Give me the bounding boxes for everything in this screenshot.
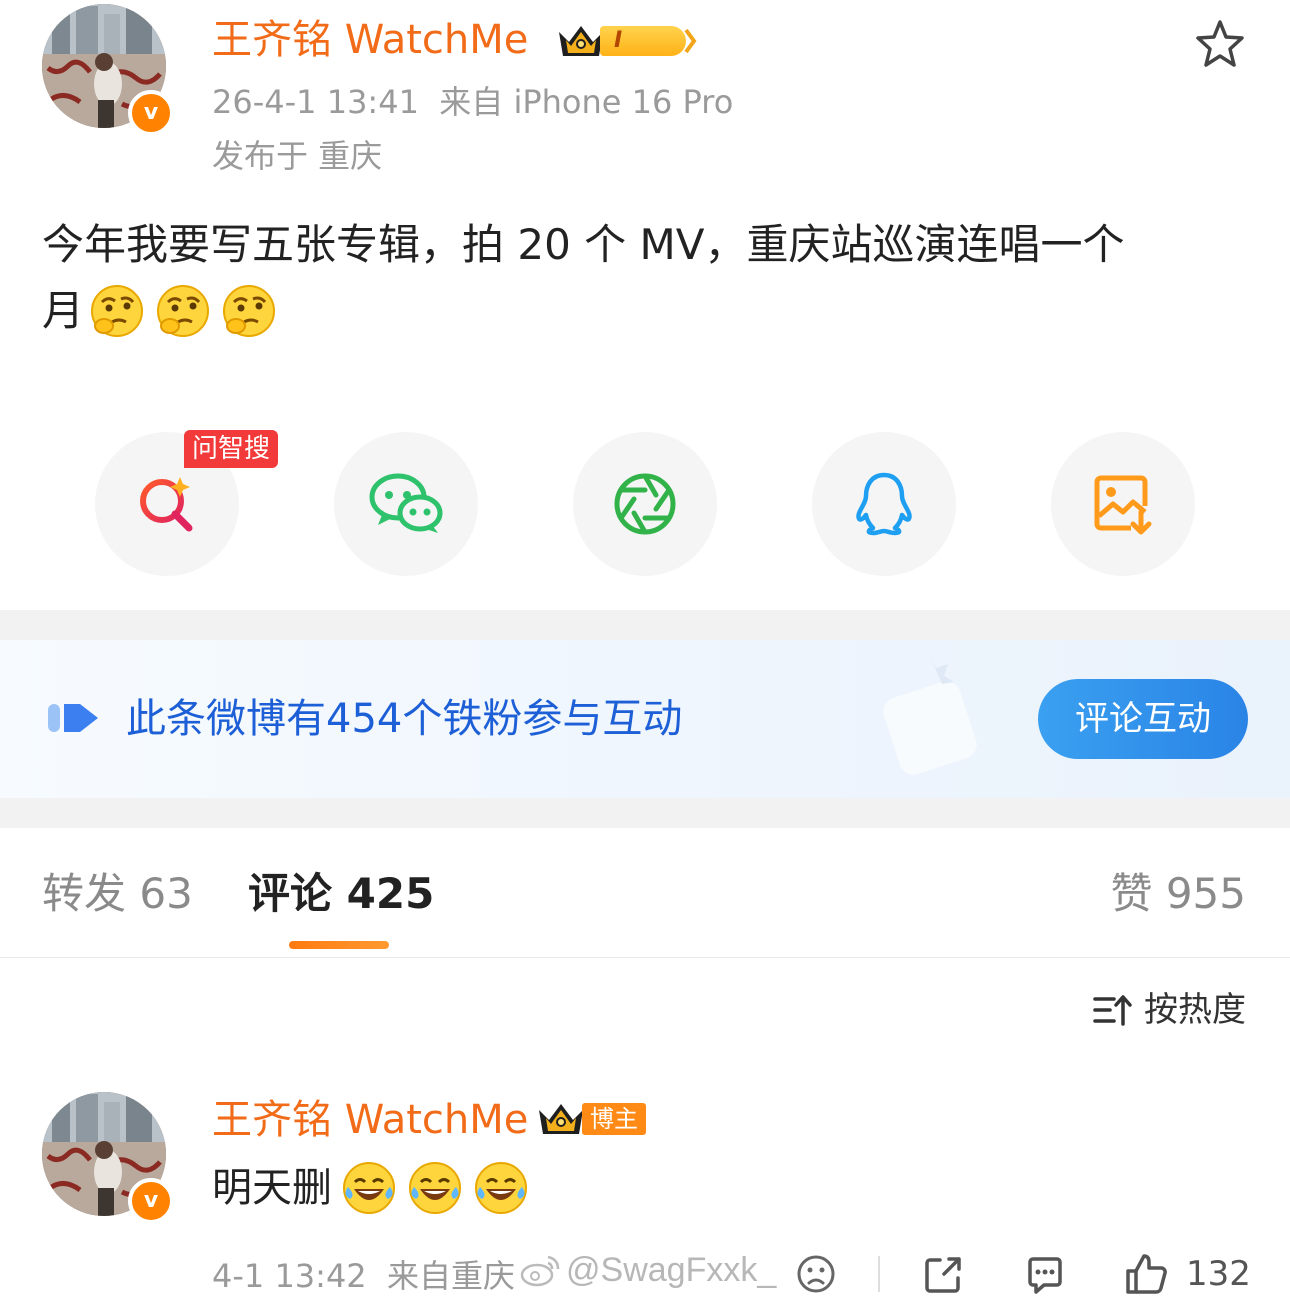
banner-decoration-icon (883, 656, 977, 775)
section-gap (0, 798, 1290, 828)
moments-aperture-icon (614, 473, 676, 535)
blogger-badge: 博主 (536, 1100, 646, 1138)
reply-comment-icon[interactable] (1024, 1254, 1066, 1300)
active-tab-indicator (289, 941, 389, 949)
crown-icon (559, 26, 603, 56)
like-count: 132 (1186, 1254, 1251, 1294)
ai-search-icon (140, 477, 193, 532)
wechat-icon (369, 473, 443, 533)
share-moments-button[interactable] (573, 432, 717, 576)
post-author-name[interactable]: 王齐铭 WatchMe (212, 16, 528, 64)
weibo-logo-icon (520, 1255, 560, 1287)
sort-by-hot-button[interactable]: 按热度 (1092, 990, 1246, 1030)
laugh-cry-emoji-icon (475, 1162, 527, 1214)
comment-interact-button[interactable]: 评论互动 (1038, 679, 1248, 759)
sort-icon (1093, 995, 1132, 1026)
blogger-tag: 博主 (582, 1103, 646, 1135)
thinking-emoji-icon (157, 285, 210, 337)
comment-timestamp: 4-1 13:42 (212, 1257, 367, 1295)
level-tag: I (600, 26, 686, 56)
save-image-button[interactable] (1051, 432, 1195, 576)
laugh-cry-emoji-icon (343, 1162, 395, 1214)
crown-icon (539, 1104, 583, 1134)
post-location: 发布于 重庆 (212, 137, 383, 175)
post-meta-line: 26-4-1 13:41 来自 iPhone 16 Pro (212, 82, 733, 122)
comment-author-name[interactable]: 王齐铭 WatchMe (212, 1096, 528, 1144)
laugh-cry-emoji-icon (409, 1162, 461, 1214)
comment-text: 明天删 (212, 1165, 332, 1211)
post-text-line1: 今年我要写五张专辑，拍 20 个 MV，重庆站巡演连唱一个 (42, 220, 1125, 269)
tab-comments[interactable]: 评论 425 (248, 868, 434, 920)
verified-badge-icon: v (128, 1178, 174, 1224)
wenzhisou-tag: 问智搜 (184, 430, 279, 468)
fan-interaction-banner[interactable]: 此条微博有454个铁粉参与互动 评论互动 (0, 640, 1290, 798)
share-wechat-button[interactable] (334, 432, 478, 576)
sort-label: 按热度 (1144, 990, 1246, 1030)
tab-reposts[interactable]: 转发 63 (42, 868, 193, 920)
qq-penguin-icon (856, 472, 912, 536)
watermark: @SwagFxxk_ (520, 1250, 776, 1290)
tabs-divider (0, 957, 1290, 958)
like-comment-button[interactable]: 132 (1124, 1252, 1251, 1296)
verified-badge-icon: v (128, 90, 174, 136)
thinking-emoji-icon (91, 285, 144, 337)
comment-content: 明天删 (212, 1160, 540, 1216)
post-content: 今年我要写五张专辑，拍 20 个 MV，重庆站巡演连唱一个 月 (42, 212, 1252, 344)
dislike-face-icon[interactable] (796, 1254, 836, 1298)
fan-play-icon (48, 704, 98, 732)
share-qq-button[interactable] (812, 432, 956, 576)
save-image-icon (1094, 475, 1152, 535)
share-comment-icon[interactable] (922, 1254, 964, 1300)
tab-likes[interactable]: 赞 955 (1110, 868, 1246, 920)
thinking-emoji-icon (223, 285, 276, 337)
action-separator (878, 1256, 880, 1292)
post-timestamp: 26-4-1 13:41 (212, 83, 419, 121)
level-arrow-icon (684, 28, 697, 54)
comment-source: 来自重庆 (387, 1257, 516, 1295)
fan-interaction-text: 此条微博有454个铁粉参与互动 (126, 696, 683, 742)
favorite-star-icon[interactable] (1192, 16, 1248, 72)
watermark-handle: @SwagFxxk_ (566, 1251, 777, 1289)
thumbs-up-icon (1126, 1254, 1167, 1294)
post-source: 来自 iPhone 16 Pro (439, 83, 734, 121)
post-text-line2: 月 (42, 286, 85, 335)
comment-meta: 4-1 13:42 来自重庆 (212, 1256, 515, 1296)
section-gap (0, 610, 1290, 640)
member-crown-badge[interactable]: I (556, 22, 700, 60)
